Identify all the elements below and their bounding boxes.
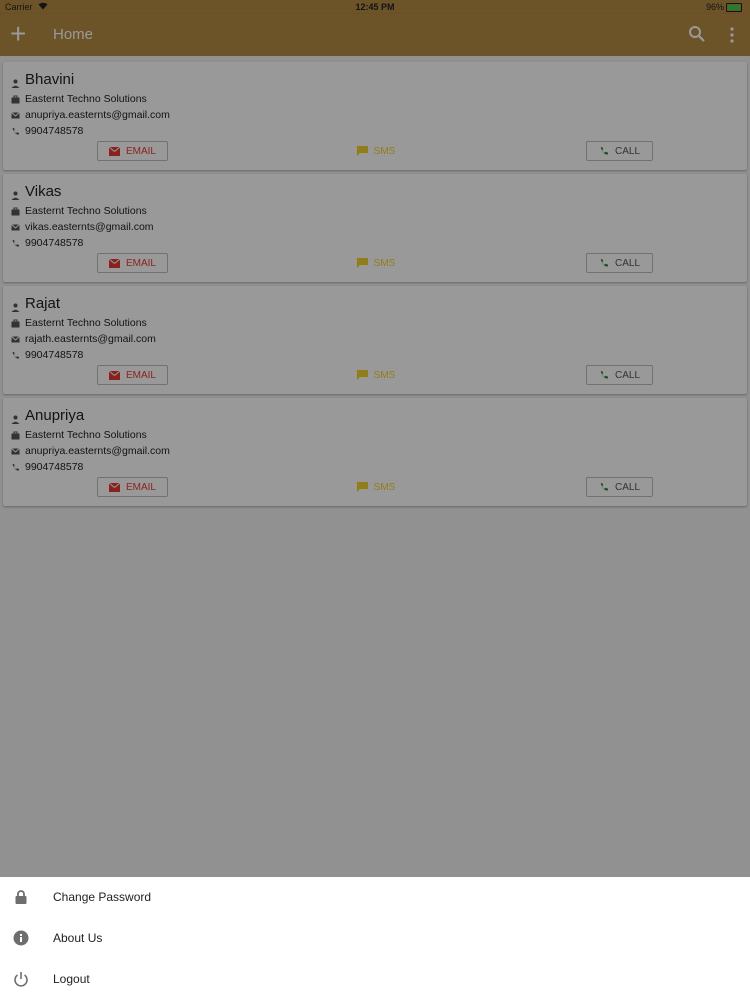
about-us-item[interactable]: About Us — [0, 918, 750, 959]
about-us-label: About Us — [53, 931, 103, 945]
info-icon — [13, 930, 29, 946]
logout-label: Logout — [53, 972, 90, 986]
change-password-item[interactable]: Change Password — [0, 877, 750, 918]
logout-item[interactable]: Logout — [0, 959, 750, 1000]
bottom-sheet-menu: Change Password About Us Logout — [0, 877, 750, 1000]
power-icon — [13, 971, 29, 987]
change-password-label: Change Password — [53, 890, 152, 904]
modal-scrim[interactable] — [0, 0, 750, 877]
lock-icon — [13, 889, 29, 905]
